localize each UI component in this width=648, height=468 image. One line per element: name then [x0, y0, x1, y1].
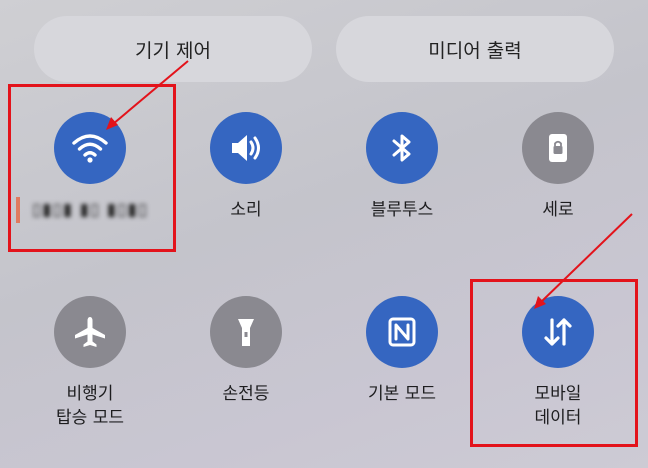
speaker-icon: [232, 135, 260, 161]
airplane-mode-tile[interactable]: 비행기 탑승 모드: [20, 296, 160, 430]
rotation-label: 세로: [542, 200, 574, 220]
airplane-icon: [75, 317, 105, 347]
rotation-toggle[interactable]: [522, 112, 594, 184]
flashlight-toggle[interactable]: [210, 296, 282, 368]
wifi-highlight-box: [8, 84, 176, 252]
flashlight-icon: [238, 319, 254, 346]
nfc-icon: [388, 317, 416, 347]
airplane-mode-label-line1: 비행기: [66, 384, 114, 404]
nfc-mode-toggle[interactable]: [366, 296, 438, 368]
mobile-data-highlight-box: [470, 279, 638, 447]
nfc-mode-tile[interactable]: 기본 모드: [332, 296, 472, 406]
sound-tile[interactable]: 소리: [176, 112, 316, 222]
bluetooth-label: 블루투스: [370, 200, 434, 220]
flashlight-tile[interactable]: 손전등: [176, 296, 316, 406]
sound-toggle[interactable]: [210, 112, 282, 184]
media-output-label: 미디어 출력: [428, 39, 522, 62]
sound-label: 소리: [230, 200, 262, 220]
bluetooth-tile[interactable]: 블루투스: [332, 112, 472, 222]
bluetooth-icon: [392, 134, 411, 162]
airplane-mode-label-line2: 탑승 모드: [56, 408, 124, 428]
nfc-mode-label: 기본 모드: [368, 384, 436, 404]
device-control-button[interactable]: 기기 제어: [34, 16, 312, 82]
media-output-button[interactable]: 미디어 출력: [336, 16, 614, 82]
bluetooth-toggle[interactable]: [366, 112, 438, 184]
flashlight-label: 손전등: [222, 384, 270, 404]
rotation-tile[interactable]: 세로: [488, 112, 628, 222]
portrait-lock-icon: [549, 134, 567, 162]
airplane-mode-toggle[interactable]: [54, 296, 126, 368]
device-control-label: 기기 제어: [135, 39, 211, 62]
